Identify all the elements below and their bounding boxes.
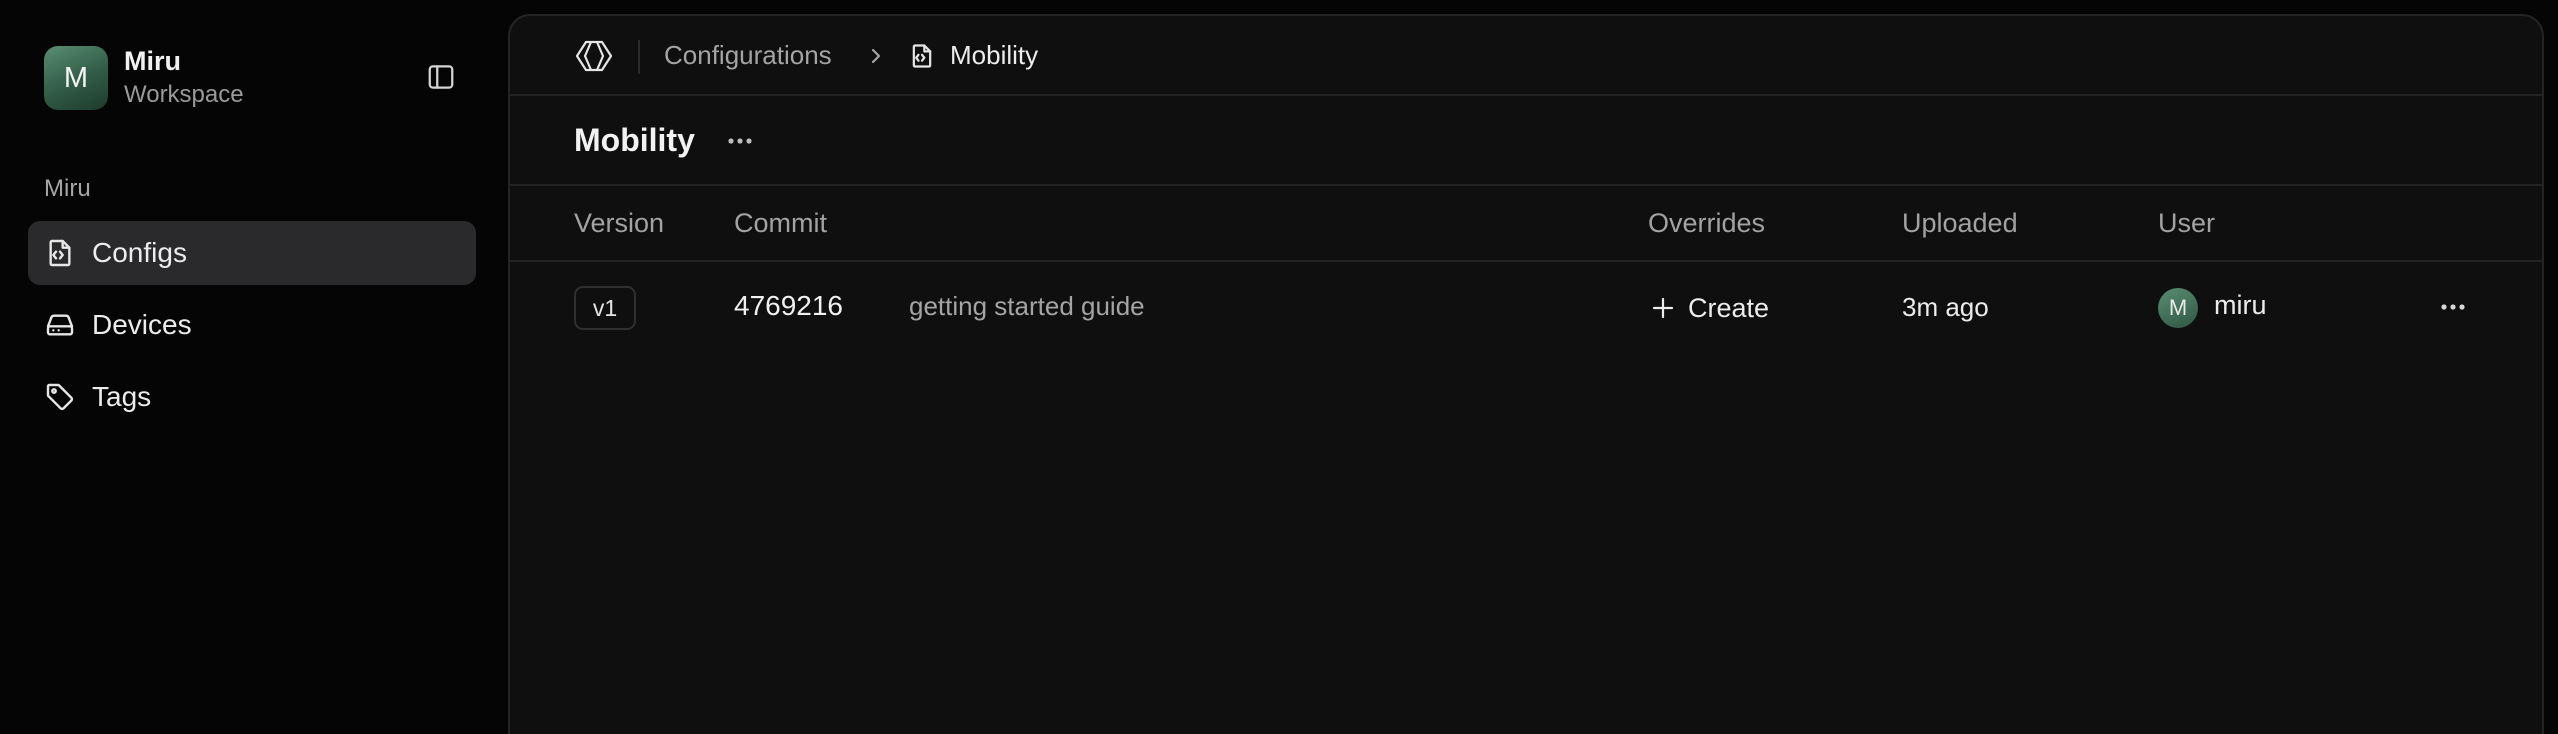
- workspace-avatar: M: [44, 46, 108, 110]
- sidebar-item-label: Tags: [92, 381, 152, 412]
- user-avatar: M: [2158, 288, 2198, 328]
- user-name: miru: [2214, 290, 2267, 320]
- divider: [638, 40, 640, 74]
- workspace-subtitle: Workspace: [124, 81, 244, 108]
- file-code-icon: [912, 44, 932, 68]
- main-panel: Configurations Mobility Mobility Version…: [508, 14, 2544, 734]
- more-horizontal-icon[interactable]: [722, 126, 758, 156]
- column-header-uploaded: Uploaded: [1902, 208, 2018, 238]
- workspace-name: Miru: [124, 46, 181, 76]
- sidebar-section-label: Miru: [44, 175, 91, 202]
- sidebar-item-tags[interactable]: Tags: [28, 365, 476, 429]
- miru-logo-icon[interactable]: [574, 38, 614, 74]
- breadcrumb-configurations[interactable]: Configurations: [664, 40, 832, 71]
- plus-icon: [1652, 297, 1674, 319]
- file-code-icon: [49, 239, 71, 267]
- sidebar: M Miru Workspace Miru Configs Devices Ta…: [0, 0, 508, 720]
- more-horizontal-icon[interactable]: [2436, 292, 2470, 322]
- breadcrumb-current[interactable]: Mobility: [950, 40, 1038, 71]
- column-header-user: User: [2158, 208, 2216, 238]
- uploaded-time: 3m ago: [1902, 292, 1989, 322]
- table-row[interactable]: v1 4769216 getting started guide Create …: [510, 262, 2542, 352]
- create-label: Create: [1688, 292, 1770, 323]
- column-header-commit: Commit: [734, 208, 827, 238]
- table-header: Version Commit Overrides Uploaded User: [510, 186, 2542, 262]
- tag-icon: [46, 383, 74, 411]
- version-badge: v1: [574, 286, 636, 330]
- hard-drive-icon: [46, 314, 74, 336]
- workspace-switcher[interactable]: M Miru Workspace: [44, 44, 474, 112]
- sidebar-item-configs[interactable]: Configs: [28, 221, 476, 285]
- sidebar-item-label: Devices: [92, 309, 192, 340]
- page-header: Mobility: [510, 96, 2542, 186]
- column-header-version: Version: [574, 208, 665, 238]
- create-override-button[interactable]: Create: [1650, 288, 1769, 328]
- sidebar-toggle-icon[interactable]: [426, 62, 456, 92]
- commit-hash: 4769216: [734, 290, 844, 321]
- commit-message: getting started guide: [909, 291, 1145, 321]
- top-bar: Configurations Mobility: [510, 16, 2542, 96]
- column-header-overrides: Overrides: [1648, 208, 1766, 238]
- chevron-right-icon: [871, 48, 881, 64]
- sidebar-item-devices[interactable]: Devices: [28, 293, 476, 357]
- sidebar-item-label: Configs: [92, 237, 187, 268]
- page-title: Mobility: [574, 122, 695, 158]
